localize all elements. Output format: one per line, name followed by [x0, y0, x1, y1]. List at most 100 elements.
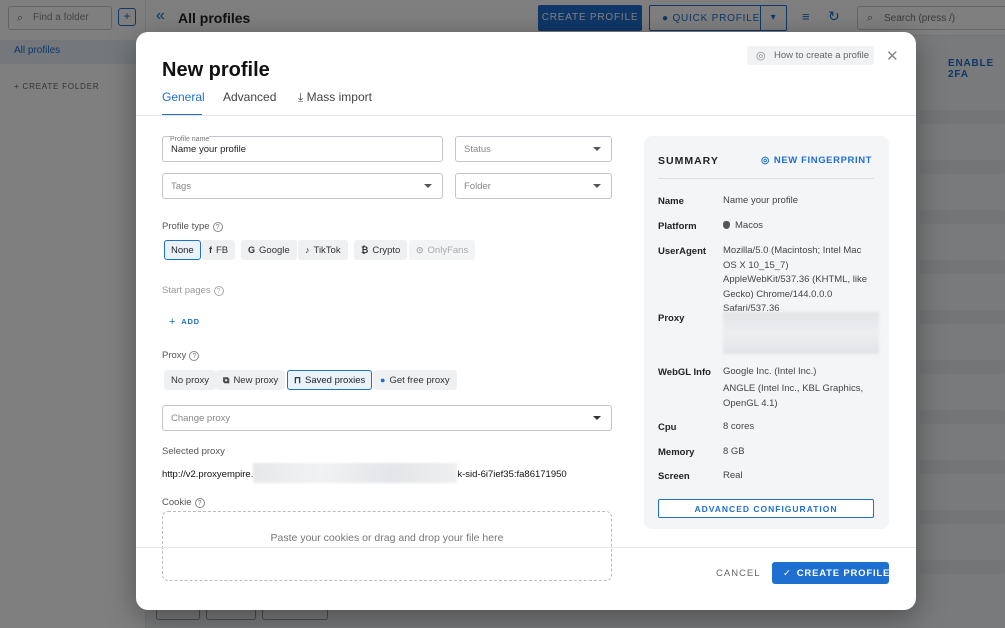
summary-key-platform: Platform: [658, 221, 697, 232]
status-select[interactable]: Status: [455, 136, 612, 162]
onlyfans-icon: ⊙: [416, 245, 424, 255]
profile-type-tiktok-label: TikTok: [313, 245, 341, 256]
profile-type-tiktok[interactable]: ♪ TikTok: [298, 240, 348, 260]
tags-select[interactable]: Tags: [162, 173, 443, 199]
summary-value-screen: Real: [723, 470, 743, 481]
cookie-drop-text: Paste your cookies or drag and drop your…: [270, 532, 504, 544]
selected-proxy-label: Selected proxy: [162, 446, 225, 457]
bookmark-icon: ⊓: [294, 375, 302, 385]
bitcoin-icon: ₿: [361, 245, 369, 255]
summary-key-webgl: WebGL Info: [658, 367, 711, 378]
profile-type-fb-label: FB: [216, 245, 229, 256]
profile-type-fb[interactable]: f FB: [202, 240, 236, 260]
help-link[interactable]: ◎ How to create a profile: [747, 46, 874, 65]
add-label: ADD: [181, 317, 200, 326]
create-profile-button[interactable]: ✓ CREATE PROFILE: [772, 562, 889, 584]
help-icon[interactable]: ?: [194, 498, 205, 508]
profile-type-onlyfans: ⊙ OnlyFans: [409, 240, 476, 260]
cancel-button[interactable]: CANCEL: [716, 568, 761, 579]
help-icon[interactable]: ?: [212, 222, 223, 232]
proxy-option-get-free-proxy[interactable]: ● Get free proxy: [373, 370, 457, 390]
summary-value-useragent: Mozilla/5.0 (Macintosh; Intel Mac OS X 1…: [723, 245, 867, 314]
profile-type-crypto[interactable]: ₿ Crypto: [354, 240, 408, 260]
summary-panel: SUMMARY ◎ NEW FINGERPRINT Name Name your …: [644, 136, 889, 529]
profile-type-onlyfans-label: OnlyFans: [427, 245, 469, 256]
help-link-label: How to create a profile: [774, 50, 870, 61]
selected-proxy-prefix: http://v2.proxyempire.: [162, 469, 254, 480]
redacted-block: [253, 463, 458, 483]
tab-mass-import-label: Mass import: [306, 90, 372, 104]
proxy-option-no-proxy[interactable]: No proxy: [164, 370, 217, 390]
summary-value-platform: Macos: [723, 219, 875, 234]
cookie-drop-zone[interactable]: Paste your cookies or drag and drop your…: [162, 511, 612, 581]
help-icon[interactable]: ?: [189, 351, 200, 361]
get-free-proxy-label: Get free proxy: [389, 375, 450, 386]
profile-name-value: Name your profile: [171, 144, 246, 155]
profile-name-field[interactable]: Profile name Name your profile: [162, 136, 443, 162]
profile-type-label: Profile type?: [162, 221, 223, 232]
summary-value-cpu: 8 cores: [723, 421, 755, 432]
plus-icon: +: [169, 316, 177, 328]
change-proxy-placeholder: Change proxy: [171, 413, 231, 424]
apple-icon: [723, 221, 730, 229]
redacted-proxy: [723, 312, 879, 354]
flame-icon: ●: [380, 375, 386, 385]
advanced-configuration-button[interactable]: ADVANCED CONFIGURATION: [658, 499, 874, 518]
help-icon[interactable]: ?: [213, 286, 224, 296]
platform-value: Macos: [735, 220, 763, 231]
new-fingerprint-label: NEW FINGERPRINT: [773, 155, 873, 166]
summary-value-memory: 8 GB: [723, 446, 745, 457]
proxy-label: Proxy?: [162, 350, 200, 361]
cookie-label-text: Cookie: [162, 497, 192, 508]
chevron-down-icon: [593, 416, 601, 420]
profile-type-label-text: Profile type: [162, 221, 210, 232]
start-pages-label-text: Start pages: [162, 285, 211, 296]
proxy-option-saved-proxies[interactable]: ⊓ Saved proxies: [287, 370, 373, 390]
help-circle-icon: ◎: [756, 50, 766, 62]
proxy-option-new-proxy[interactable]: ⧉ New proxy: [216, 370, 286, 390]
summary-key-cpu: Cpu: [658, 422, 677, 433]
selected-proxy-value: http://v2.proxyempire. k-sid-6i7ief35:fa8…: [162, 463, 567, 483]
saved-proxies-label: Saved proxies: [305, 375, 366, 386]
new-proxy-label: New proxy: [233, 375, 279, 386]
profile-type-crypto-label: Crypto: [372, 245, 401, 256]
divider: [136, 547, 916, 548]
divider: [658, 178, 874, 179]
tab-advanced[interactable]: Advanced: [223, 90, 276, 104]
new-profile-dialog: New profile ◎ How to create a profile ✕ …: [136, 32, 916, 610]
summary-key-memory: Memory: [658, 447, 695, 458]
folder-select[interactable]: Folder: [455, 173, 612, 199]
chevron-down-icon: [593, 147, 601, 151]
chevron-down-icon: [424, 184, 432, 188]
google-icon: G: [248, 245, 256, 255]
proxy-label-text: Proxy: [162, 350, 187, 361]
facebook-icon: f: [209, 245, 212, 255]
tiktok-icon: ♪: [305, 245, 310, 255]
status-placeholder: Status: [464, 144, 491, 155]
tab-general[interactable]: General: [162, 90, 205, 104]
tab-mass-import[interactable]: ⤓ Mass import: [298, 90, 372, 105]
folder-placeholder: Folder: [464, 181, 491, 192]
change-proxy-select[interactable]: Change proxy: [162, 405, 612, 431]
summary-value-webgl-vendor: Google Inc. (Intel Inc.): [723, 366, 817, 377]
start-pages-label: Start pages?: [162, 285, 224, 296]
profile-type-google-label: Google: [259, 245, 290, 256]
summary-key-useragent: UserAgent: [658, 246, 707, 257]
summary-key-proxy: Proxy: [658, 313, 685, 324]
add-start-page-button[interactable]: + ADD: [169, 316, 200, 328]
profile-type-none[interactable]: None: [164, 240, 201, 260]
download-icon: ⤓: [298, 90, 307, 104]
fingerprint-icon: ◎: [761, 155, 770, 166]
dialog-title: New profile: [162, 59, 270, 81]
divider: [136, 115, 916, 116]
selected-proxy-suffix: k-sid-6i7ief35:fa86171950: [457, 469, 567, 480]
close-icon[interactable]: ✕: [886, 47, 899, 65]
new-fingerprint-button[interactable]: ◎ NEW FINGERPRINT: [761, 155, 872, 166]
profile-type-google[interactable]: G Google: [241, 240, 297, 260]
summary-title: SUMMARY: [658, 155, 719, 167]
tags-placeholder: Tags: [171, 181, 192, 192]
cookie-label: Cookie?: [162, 497, 205, 508]
profile-name-label: Profile name: [170, 136, 210, 143]
summary-key-screen: Screen: [658, 471, 690, 482]
chevron-down-icon: [593, 184, 601, 188]
